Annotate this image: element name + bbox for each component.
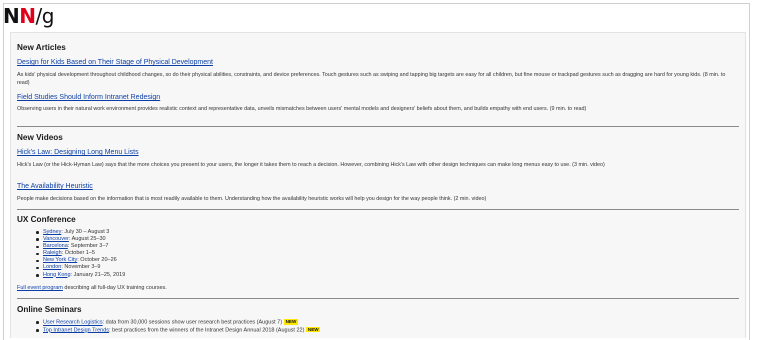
event-link-london[interactable]: London [43,264,61,270]
event-dates: : October 1–5 [61,250,95,257]
event-dates: : October 20–26 [77,257,117,264]
seminar-link-top-intranet-design-trends[interactable]: Top Intranet Design Trends [43,327,109,333]
article-link-design-for-kids[interactable]: Design for Kids Based on Their Stage of … [17,58,213,67]
list-item: User Research Logistics: data from 30,00… [17,319,617,327]
full-program-suffix: describing all full-day UX training cour… [62,285,167,291]
list-item: New York City: October 20–26 [17,257,617,264]
newsletter-content: New Articles Design for Kids Based on Th… [10,32,746,338]
section-heading-conference: UX Conference [17,215,76,224]
event-dates: : January 21–25, 2019 [70,271,126,278]
video-description: People make decisions based on the infor… [17,196,487,202]
list-item: Sydney: July 30 – August 3 [17,229,617,236]
article-description: Observing users in their natural work en… [17,106,587,112]
list-item: Top Intranet Design Trends: best practic… [17,326,617,335]
list-item: Vancouver: August 25–30 [17,236,617,243]
logo-letter-g: g [41,4,55,28]
list-item: London: November 3–9 [17,264,617,271]
list-item: Barcelona: September 3–7 [17,243,617,250]
event-link-sydney[interactable]: Sydney [43,229,61,235]
section-divider [17,298,739,299]
list-item: Raleigh: October 1–5 [17,250,617,257]
nng-logo[interactable]: NN/g [3,4,54,30]
event-link-hong-kong[interactable]: Hong Kong [43,272,71,278]
video-description: Hick's Law (or the Hick-Hyman Law) says … [17,162,605,168]
seminar-list: User Research Logistics: data from 30,00… [17,319,617,334]
section-divider [17,209,739,210]
event-dates: : August 25–30 [68,236,106,243]
list-item: Hong Kong: January 21–25, 2019 [17,272,617,279]
event-link-new-york-city[interactable]: New York City [43,257,77,263]
seminar-description: : data from 30,000 sessions show user re… [102,319,283,326]
section-heading-seminars: Online Seminars [17,305,82,314]
video-link-availability-heuristic[interactable]: The Availability Heuristic [17,182,93,191]
section-divider [17,126,739,127]
event-link-barcelona[interactable]: Barcelona [43,243,68,249]
video-link-hicks-law[interactable]: Hick's Law: Designing Long Menu Lists [17,148,139,157]
event-dates: : September 3–7 [67,243,109,250]
logo-letter-n-red: N [19,4,36,28]
event-dates: : July 30 – August 3 [61,229,110,235]
logo-letter-n: N [3,4,20,28]
section-heading-videos: New Videos [17,133,63,142]
event-dates: : November 3–9 [61,264,101,271]
event-link-raleigh[interactable]: Raleigh [43,250,62,256]
section-heading-articles: New Articles [17,43,66,52]
event-link-vancouver[interactable]: Vancouver [43,236,69,242]
conference-event-list: Sydney: July 30 – August 3 Vancouver: Au… [17,229,617,279]
seminar-link-user-research-logistics[interactable]: User Research Logistics [43,320,103,326]
article-description: As kids' physical development throughout… [17,72,726,86]
full-program-line: Full event program describing all full-d… [17,285,167,292]
seminar-description: : best practices from the winners of the… [109,327,305,334]
new-badge: NEW [284,319,298,325]
full-event-program-link[interactable]: Full event program [17,285,63,291]
article-link-field-studies[interactable]: Field Studies Should Inform Intranet Red… [17,93,160,102]
new-badge: NEW [306,326,321,333]
